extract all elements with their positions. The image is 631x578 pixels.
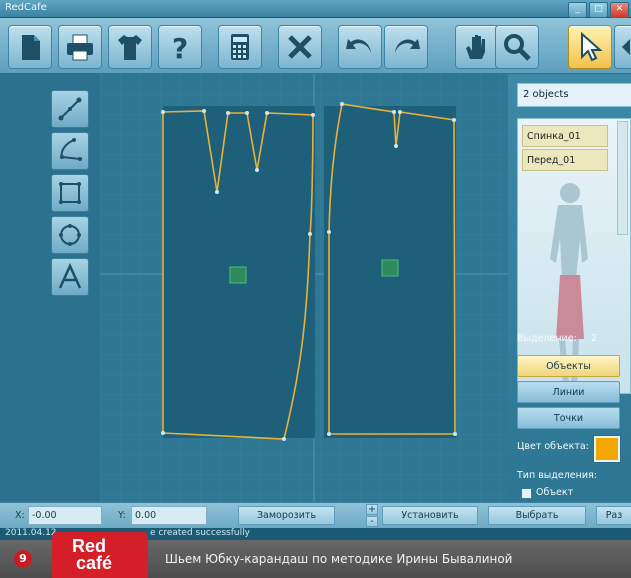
rectangle-tool-button[interactable]: [51, 174, 89, 212]
x-field[interactable]: -0.00: [28, 506, 102, 525]
properties-panel: 2 objects Спинка_01 Перед_01 Выделение: …: [508, 74, 631, 502]
redo-button[interactable]: [384, 25, 428, 69]
document-icon: [22, 35, 40, 60]
object-list[interactable]: Спинка_01 Перед_01: [517, 118, 631, 394]
selection-type-checkbox[interactable]: [521, 488, 532, 499]
extra-button[interactable]: Раз: [596, 506, 631, 525]
drawing-canvas[interactable]: [100, 74, 508, 502]
message-text: e created successfully: [150, 528, 250, 538]
calculator-icon: [231, 34, 249, 60]
redo-icon: [395, 39, 420, 53]
coordinate-bar: X: -0.00 Y: 0.00 Заморозить + - Установи…: [0, 502, 631, 528]
back-piece-center-marker[interactable]: [229, 266, 247, 284]
maximize-button[interactable]: □: [589, 2, 608, 18]
front-piece-center-marker[interactable]: [381, 259, 399, 277]
curve-tool-button[interactable]: [51, 132, 89, 170]
select-button[interactable]: [568, 25, 612, 69]
text-tool-button[interactable]: [51, 258, 89, 296]
redcafe-logo: Red café: [52, 532, 148, 578]
calculator-button[interactable]: [218, 25, 262, 69]
list-item[interactable]: Спинка_01: [522, 125, 608, 147]
undo-button[interactable]: [338, 25, 382, 69]
shirt-icon: [118, 35, 142, 60]
list-item[interactable]: Перед_01: [522, 149, 608, 171]
list-scrollbar[interactable]: [617, 121, 628, 235]
y-field[interactable]: 0.00: [131, 506, 207, 525]
printer-icon: [67, 34, 93, 61]
line-tool-icon: [58, 97, 82, 121]
step-number-badge: 9: [14, 550, 32, 568]
zoom-button[interactable]: [495, 25, 539, 69]
app-title: RedCafe: [5, 2, 47, 13]
delete-button[interactable]: [278, 25, 322, 69]
y-label: Y:: [118, 510, 126, 521]
hand-icon: [466, 35, 485, 59]
pan-button[interactable]: [455, 25, 499, 69]
letter-a-icon: [58, 263, 82, 289]
caption-text: Шьем Юбку-карандаш по методике Ирины Быв…: [165, 552, 513, 566]
new-document-button[interactable]: [8, 25, 52, 69]
pattern-drawing[interactable]: [100, 74, 508, 502]
object-color-swatch[interactable]: [593, 435, 621, 463]
line-tool-button[interactable]: [51, 90, 89, 128]
mode-lines-button[interactable]: Линии: [517, 381, 620, 403]
undo-icon: [346, 39, 371, 53]
help-button[interactable]: ?: [158, 25, 202, 69]
selection-count: 2: [591, 333, 598, 344]
circle-tool-icon: [59, 224, 81, 246]
circle-tool-button[interactable]: [51, 216, 89, 254]
message-date: 2011.04.12: [5, 528, 57, 538]
garment-button[interactable]: [108, 25, 152, 69]
arrow-cursor-icon: [581, 31, 603, 62]
move-icon: [622, 39, 630, 55]
selection-label: Выделение:: [517, 333, 577, 344]
minimize-button[interactable]: _: [568, 2, 587, 18]
selection-type-label: Тип выделения:: [517, 470, 597, 481]
title-bar: RedCafe _ □ ✕: [0, 0, 631, 18]
svg-text:?: ?: [172, 32, 188, 63]
object-color-label: Цвет объекта:: [517, 441, 589, 452]
freeze-button[interactable]: Заморозить: [238, 506, 335, 525]
main-toolbar: ?: [0, 18, 631, 74]
close-button[interactable]: ✕: [610, 2, 629, 18]
stepper-plus-button[interactable]: +: [366, 504, 378, 515]
selection-type-option: Объект: [536, 487, 574, 498]
choose-button[interactable]: Выбрать: [488, 506, 586, 525]
mode-objects-button[interactable]: Объекты: [517, 355, 620, 377]
mode-points-button[interactable]: Точки: [517, 407, 620, 429]
question-icon: ?: [172, 32, 188, 63]
curve-tool-icon: [60, 138, 82, 161]
set-button[interactable]: Установить: [382, 506, 478, 525]
print-button[interactable]: [58, 25, 102, 69]
rectangle-tool-icon: [59, 182, 81, 204]
stepper-minus-button[interactable]: -: [366, 516, 378, 527]
multi-select-button[interactable]: [614, 25, 631, 69]
magnifier-icon: [504, 34, 531, 61]
object-count-field: 2 objects: [517, 83, 631, 107]
x-label: X:: [15, 510, 25, 521]
cross-icon: [288, 35, 312, 59]
left-toolbar: [0, 74, 100, 502]
caption-bar: 9 Red café Шьем Юбку-карандаш по методик…: [0, 532, 631, 578]
